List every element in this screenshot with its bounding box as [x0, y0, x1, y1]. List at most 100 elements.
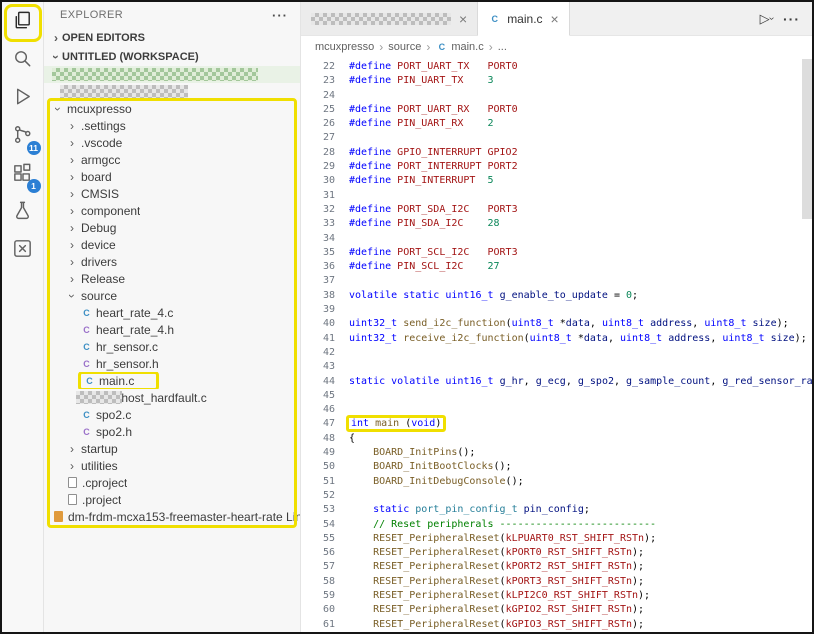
file-tree: ›mcuxpresso›.settings›.vscode›armgcc›boa… [44, 100, 300, 525]
redacted-workspace-item[interactable] [44, 66, 300, 83]
workspace-section[interactable]: › UNTITLED (WORKSPACE) [44, 48, 300, 66]
tree-item-dm-frdm-mcxa153-freemaster-heart-rate-linkser[interactable]: dm-frdm-mcxa153-freemaster-heart-rate Li… [44, 508, 300, 525]
code-line-25: 25#define PORT_UART_RX PORT0 [301, 103, 812, 117]
activity-bar-item-search[interactable] [8, 46, 38, 76]
chevron-down-icon: › [52, 103, 64, 115]
tree-item-release[interactable]: ›Release [44, 270, 300, 287]
line-number: 31 [301, 189, 335, 203]
tree-item-board[interactable]: ›board [44, 168, 300, 185]
tree-item-label: .vscode [81, 136, 122, 150]
activity-bar-item-testing[interactable] [8, 198, 38, 228]
tree-item-label: main.c [99, 374, 134, 388]
tree-item-cproject[interactable]: .cproject [44, 474, 300, 491]
line-number: 40 [301, 317, 335, 331]
tree-item-heart-rate-4-c[interactable]: Cheart_rate_4.c [44, 304, 300, 321]
code-editor[interactable]: 22#define PORT_UART_TX PORT023#define PI… [301, 58, 812, 632]
tree-item-label: spo2.h [96, 425, 132, 439]
close-icon[interactable]: × [551, 12, 559, 26]
tree-item-drivers[interactable]: ›drivers [44, 253, 300, 270]
file-icon [68, 494, 77, 505]
activity-bar-item-explorer[interactable] [8, 8, 38, 38]
tree-item-project[interactable]: .project [44, 491, 300, 508]
code-line-58: 58 RESET_PeripheralReset(kPORT3_RST_SHIF… [301, 575, 812, 589]
tree-item-label: spo2.c [96, 408, 131, 422]
tree-item-armgcc[interactable]: ›armgcc [44, 151, 300, 168]
tree-item-cmsis[interactable]: ›CMSIS [44, 185, 300, 202]
tree-item-startup[interactable]: ›startup [44, 440, 300, 457]
activity-bar: 111 [2, 2, 44, 632]
more-actions-icon[interactable]: ··· [783, 11, 800, 27]
tab-redacted[interactable]: × [301, 2, 478, 35]
code-line-45: 45 [301, 389, 812, 403]
code-line-51: 51 BOARD_InitDebugConsole(); [301, 475, 812, 489]
code-line-29: 29#define PORT_INTERRUPT PORT2 [301, 160, 812, 174]
breadcrumb-item-[interactable]: ... [498, 41, 507, 53]
tree-item-label: Release [81, 272, 125, 286]
tree-item-vscode[interactable]: ›.vscode [44, 134, 300, 151]
scrollbar[interactable] [802, 59, 812, 632]
code-line-43: 43 [301, 360, 812, 374]
line-number: 39 [301, 303, 335, 317]
tree-item-spo2-h[interactable]: Cspo2.h [44, 423, 300, 440]
tree-item-heart-rate-4-h[interactable]: Cheart_rate_4.h [44, 321, 300, 338]
line-number: 24 [301, 89, 335, 103]
breadcrumb-item-source[interactable]: source [388, 41, 421, 53]
line-number: 56 [301, 546, 335, 560]
open-editors-section[interactable]: › OPEN EDITORS [44, 28, 300, 48]
redacted-workspace-item[interactable] [44, 83, 300, 100]
tab-main-c[interactable]: C main.c × [478, 2, 570, 36]
editor-actions: ▷ › ··· [760, 2, 812, 35]
code-line-49: 49 BOARD_InitPins(); [301, 446, 812, 460]
tree-item-spo2-c[interactable]: Cspo2.c [44, 406, 300, 423]
tree-item-label: .cproject [82, 476, 127, 490]
tree-item-component[interactable]: ›component [44, 202, 300, 219]
breadcrumb-item-mcuxpresso[interactable]: mcuxpresso [315, 41, 374, 53]
tree-item-main-c[interactable]: Cmain.c [44, 372, 300, 389]
chevron-right-icon: › [66, 120, 78, 132]
close-icon[interactable]: × [459, 12, 467, 26]
code-line-28: 28#define GPIO_INTERRUPT GPIO2 [301, 146, 812, 160]
tree-item-settings[interactable]: ›.settings [44, 117, 300, 134]
tree-item-label: hr_sensor.c [96, 340, 158, 354]
activity-bar-item-extensions[interactable]: 1 [8, 160, 38, 190]
c-file-icon: C [80, 408, 93, 421]
line-number: 32 [301, 203, 335, 217]
activity-bar-item-run-debug[interactable] [8, 84, 38, 114]
code-line-33: 33#define PIN_SDA_I2C 28 [301, 217, 812, 231]
tree-item-label: heart_rate_4.c [96, 306, 173, 320]
line-number: 42 [301, 346, 335, 360]
chevron-right-icon: › [66, 154, 78, 166]
testing-icon [11, 199, 34, 227]
line-number: 44 [301, 375, 335, 389]
tree-item-mcuxpresso[interactable]: ›mcuxpresso [44, 100, 300, 117]
tree-item-semihost-hardfault-c[interactable]: Csemihost_hardfault.c [44, 389, 300, 406]
chevron-right-icon: › [50, 32, 62, 44]
tree-item-hr-sensor-c[interactable]: Chr_sensor.c [44, 338, 300, 355]
redaction-block [311, 13, 451, 25]
line-number: 37 [301, 274, 335, 288]
breadcrumb-item-main-c[interactable]: Cmain.c [435, 41, 483, 54]
more-actions-icon[interactable]: ··· [272, 8, 288, 23]
scrollbar-thumb[interactable] [802, 59, 812, 219]
line-number: 58 [301, 575, 335, 589]
line-number: 48 [301, 432, 335, 446]
tree-item-label: mcuxpresso [67, 102, 132, 116]
tree-item-label: armgcc [81, 153, 120, 167]
code-line-31: 31 [301, 189, 812, 203]
line-number: 22 [301, 60, 335, 74]
tree-item-label: .settings [81, 119, 126, 133]
tree-item-device[interactable]: ›device [44, 236, 300, 253]
tree-item-hr-sensor-h[interactable]: Chr_sensor.h [44, 355, 300, 372]
tree-item-source[interactable]: ›source [44, 287, 300, 304]
code-line-44: 44static volatile uint16_t g_hr, g_ecg, … [301, 375, 812, 389]
tree-item-utilities[interactable]: ›utilities [44, 457, 300, 474]
c-file-icon: C [435, 41, 448, 54]
tree-item-debug[interactable]: ›Debug [44, 219, 300, 236]
line-number: 26 [301, 117, 335, 131]
activity-bar-item-source-control[interactable]: 11 [8, 122, 38, 152]
tree-item-label: startup [81, 442, 118, 456]
line-number: 25 [301, 103, 335, 117]
line-number: 27 [301, 131, 335, 145]
activity-bar-item-x-tool[interactable] [8, 236, 38, 266]
chevron-right-icon: › [66, 222, 78, 234]
